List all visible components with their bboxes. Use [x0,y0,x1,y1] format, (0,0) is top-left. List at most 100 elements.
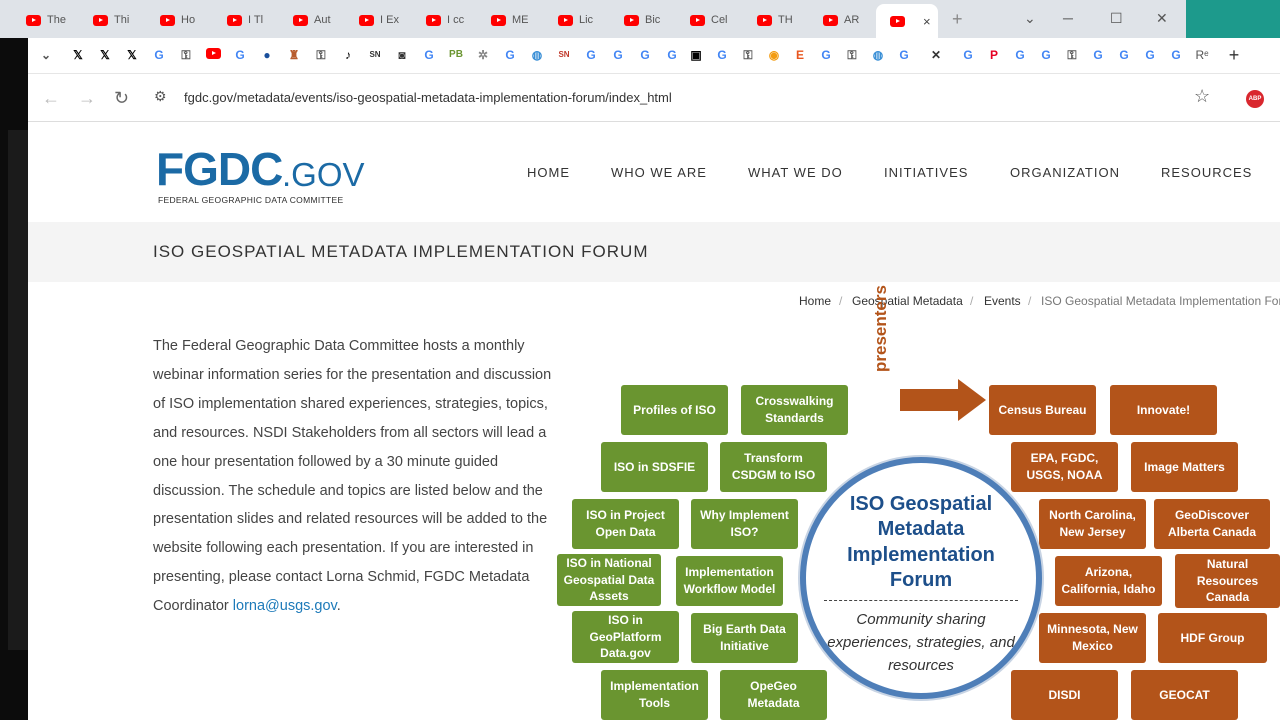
youtube-icon [757,14,772,26]
puzzle-icon[interactable]: ⚿ [1064,47,1080,63]
youtube-icon[interactable] [205,47,221,63]
browser-tab[interactable]: ME [491,8,539,32]
breadcrumb-geospatial-metadata[interactable]: Geospatial Metadata [852,294,963,308]
nav-resources[interactable]: RESOURCES [1161,165,1252,180]
globe-icon[interactable]: ◍ [529,47,545,63]
puzzle-icon[interactable]: ⚿ [844,47,860,63]
browser-tab[interactable]: The [26,8,74,32]
close-window-button[interactable]: ✕ [1156,10,1168,27]
breadcrumb-events[interactable]: Events [984,294,1021,308]
google-icon[interactable]: G [664,47,680,63]
youtube-icon [293,14,308,26]
web-page: FGDC .GOV FEDERAL GEOGRAPHIC DATA COMMIT… [28,122,1280,720]
breadcrumb-separator: / [1028,294,1032,308]
browser-tab[interactable]: TH [757,8,805,32]
x-icon[interactable]: 𝕏 [70,47,86,63]
site-logo-suffix[interactable]: .GOV [282,156,365,194]
presenter-box: North Carolina, New Jersey [1039,499,1146,549]
google-icon[interactable]: G [421,47,437,63]
nav-organization[interactable]: ORGANIZATION [1010,165,1120,180]
tab-label: Aut [314,14,331,26]
r-icon[interactable]: Rᵉ [1194,47,1210,63]
browser-tab[interactable]: I Tl [227,8,275,32]
google-icon[interactable]: G [502,47,518,63]
browser-tab[interactable]: Ho [160,8,208,32]
close-tab-icon[interactable]: × [923,14,931,29]
browser-tab[interactable]: Aut [293,8,341,32]
puzzle-icon[interactable]: ⚿ [313,47,329,63]
contact-email-link[interactable]: lorna@usgs.gov [233,598,337,614]
pb-icon[interactable]: PB [448,47,464,63]
x-icon[interactable]: 𝕏 [124,47,140,63]
circle-icon[interactable]: ◉ [766,47,782,63]
sn-icon[interactable]: SN [367,47,383,63]
puzzle-icon[interactable]: ⚿ [740,47,756,63]
browser-tab[interactable]: I Ex [359,8,407,32]
topic-box: Big Earth Data Initiative [691,613,798,663]
google-icon[interactable]: G [637,47,653,63]
arrow-icon [958,379,986,421]
flower-icon[interactable]: ✲ [475,47,491,63]
tiktok-icon[interactable]: ♪ [340,47,356,63]
back-button[interactable]: ← [42,88,60,109]
google-icon[interactable]: G [1012,47,1028,63]
google-icon[interactable]: G [232,47,248,63]
active-tab[interactable]: × [876,4,938,38]
tab-search-icon[interactable]: ⌄ [1024,10,1036,27]
chevron-down-icon[interactable]: ⌄ [38,47,54,63]
nav-what-we-do[interactable]: WHAT WE DO [748,165,843,180]
google-icon[interactable]: G [583,47,599,63]
tab-label: Ho [181,14,196,26]
google-icon[interactable]: G [960,47,976,63]
minimize-button[interactable]: ─ [1063,10,1073,26]
nav-initiatives[interactable]: INITIATIVES [884,165,968,180]
browser-tab[interactable]: Bic [624,8,672,32]
reload-button[interactable]: ↻ [114,88,129,109]
google-icon[interactable]: G [151,47,167,63]
site-settings-icon[interactable]: ⚙ [154,88,167,105]
globe-icon[interactable]: ◍ [870,47,886,63]
camera-icon[interactable]: ◙ [394,47,410,63]
maximize-button[interactable]: ☐ [1110,10,1123,27]
browser-tab[interactable]: Thi [93,8,141,32]
pinterest-icon[interactable]: P [986,47,1002,63]
noaa-icon[interactable]: ● [259,47,275,63]
site-logo[interactable]: FGDC [156,142,283,196]
hat-icon[interactable]: ♜ [286,47,302,63]
x-icon[interactable]: 𝕏 [97,47,113,63]
new-tab-button[interactable]: + [952,9,963,30]
google-icon[interactable]: G [1142,47,1158,63]
google-icon[interactable]: G [1090,47,1106,63]
forward-button[interactable]: → [78,88,96,109]
add-tab-icon[interactable]: + [1226,46,1242,64]
close-icon[interactable]: ✕ [928,47,944,63]
browser-tab[interactable]: Lic [558,8,606,32]
google-icon[interactable]: G [896,47,912,63]
breadcrumb-home[interactable]: Home [799,294,831,308]
google-icon[interactable]: G [1038,47,1054,63]
google-icon[interactable]: G [1116,47,1132,63]
tab-label: Bic [645,14,661,26]
google-icon[interactable]: G [818,47,834,63]
sn-icon[interactable]: SN [556,47,572,63]
google-icon[interactable]: G [1168,47,1184,63]
pi-icon[interactable]: ▣ [688,47,704,63]
presenter-box: Minnesota, New Mexico [1039,613,1146,663]
browser-tab[interactable]: I cc [426,8,474,32]
url-text[interactable]: fgdc.gov/metadata/events/iso-geospatial-… [184,90,672,105]
puzzle-icon[interactable]: ⚿ [178,47,194,63]
tab-label: TH [778,14,793,26]
browser-tab[interactable]: AR [823,8,871,32]
bookmark-star-icon[interactable]: ☆ [1194,86,1210,107]
google-icon[interactable]: G [610,47,626,63]
browser-tab[interactable]: Cel [690,8,738,32]
adblock-extension-icon[interactable]: ABP [1246,90,1264,108]
etsy-icon[interactable]: E [792,47,808,63]
youtube-icon [160,14,175,26]
topic-box: OpeGeo Metadata [720,670,827,720]
google-icon[interactable]: G [714,47,730,63]
nav-who-we-are[interactable]: WHO WE ARE [611,165,707,180]
youtube-icon [26,14,41,26]
address-bar-row: ← → ↻ ⚙ fgdc.gov/metadata/events/iso-geo… [28,74,1280,122]
nav-home[interactable]: HOME [527,165,570,180]
